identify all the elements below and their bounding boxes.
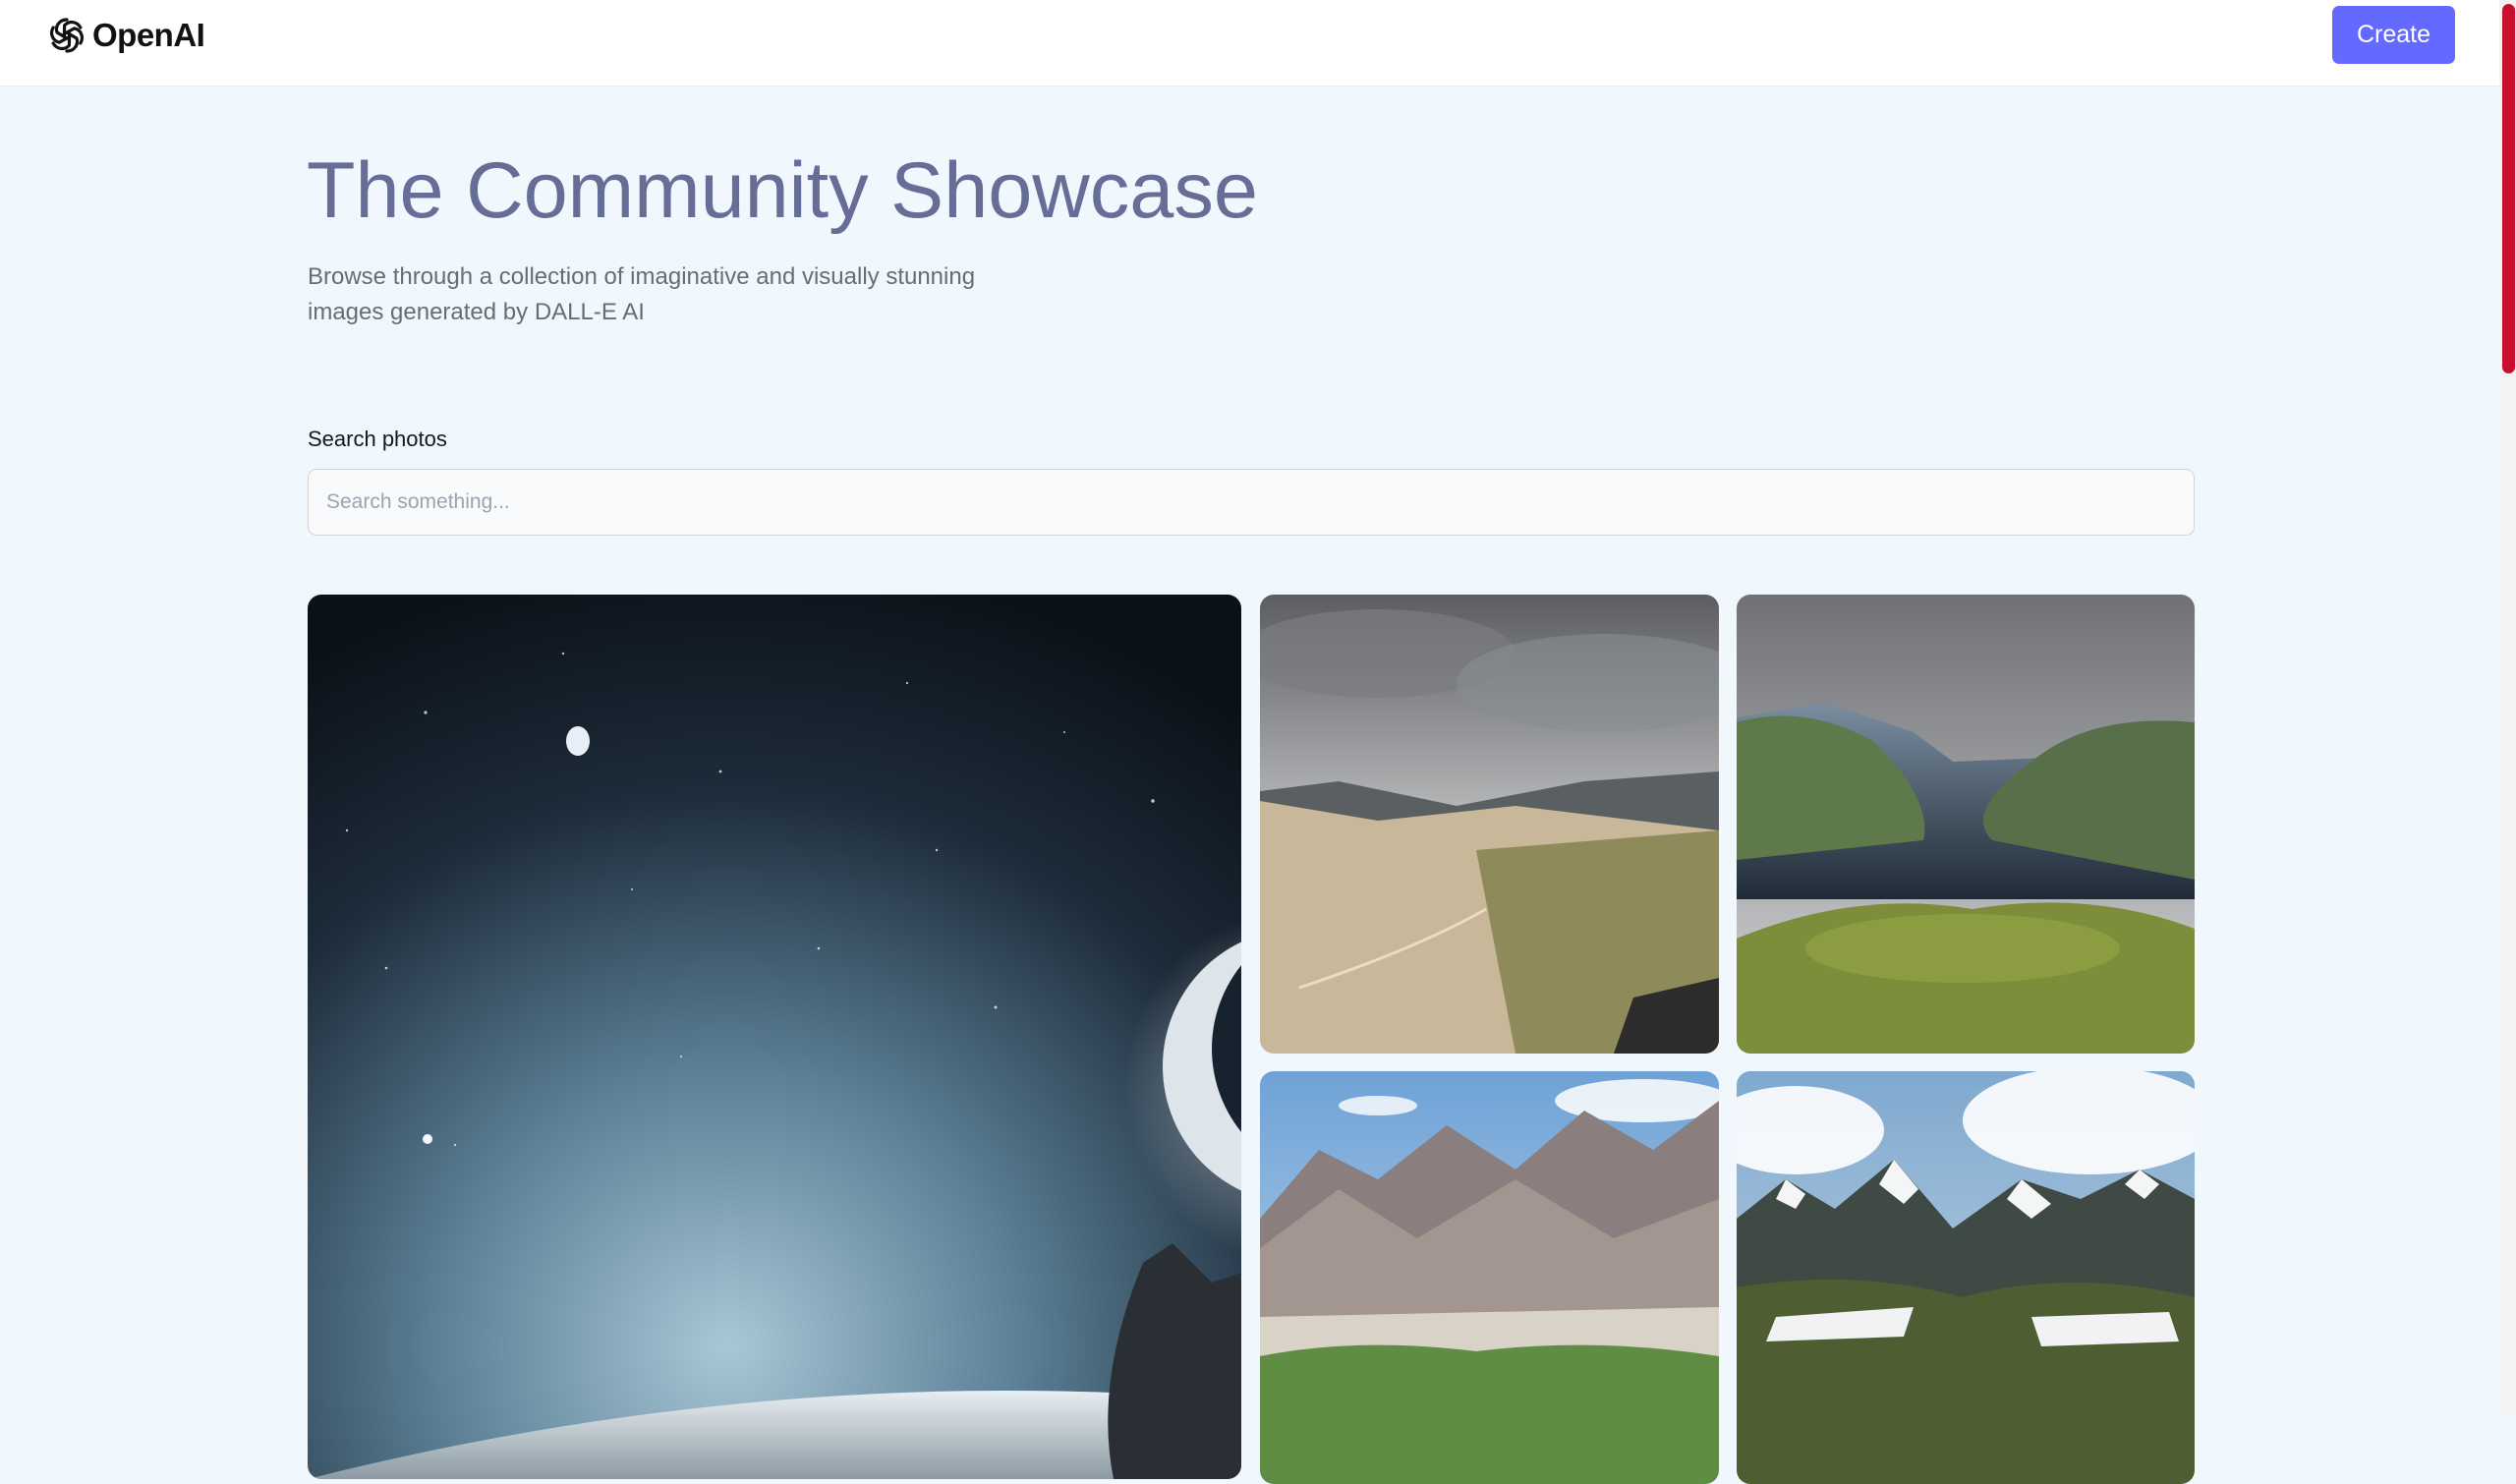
mountain-oasis-image xyxy=(1260,1071,1719,1484)
scrollbar-thumb[interactable] xyxy=(2502,4,2515,373)
desert-valley-image xyxy=(1260,595,1719,1054)
fjord-image xyxy=(1737,595,2195,1054)
space-moon-image xyxy=(308,595,1241,1479)
page-subtitle: Browse through a collection of imaginati… xyxy=(308,263,976,325)
page-title: The Community Showcase xyxy=(307,146,1258,235)
search-input[interactable] xyxy=(308,469,2195,536)
snowy-range-image xyxy=(1737,1071,2195,1484)
gallery-card-fjord[interactable] xyxy=(1737,595,2195,1054)
openai-logo-icon xyxy=(49,18,85,53)
brand-name: OpenAI xyxy=(92,17,205,53)
gallery-card-desert-valley[interactable] xyxy=(1260,595,1719,1054)
create-button[interactable]: Create xyxy=(2332,6,2455,64)
gallery-card-mountain-oasis[interactable] xyxy=(1260,1071,1719,1484)
top-navbar: OpenAI Create xyxy=(0,0,2516,86)
openai-logo[interactable]: OpenAI xyxy=(45,12,205,59)
gallery-card-snowy-range[interactable] xyxy=(1737,1071,2195,1484)
gallery-card-space-moon[interactable] xyxy=(308,595,1241,1479)
search-label: Search photos xyxy=(308,427,447,451)
